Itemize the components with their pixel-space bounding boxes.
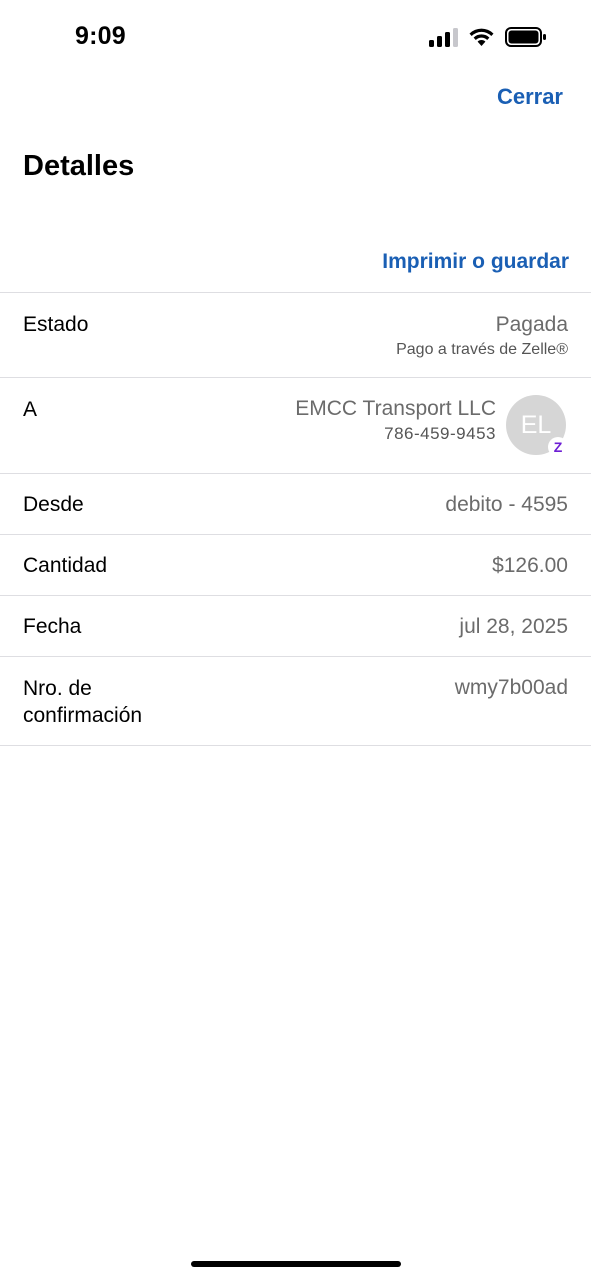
cellular-signal-icon	[429, 27, 458, 47]
status-row: Estado Pagada Pago a través de Zelle®	[0, 292, 591, 377]
zelle-badge-icon: Z	[548, 437, 568, 457]
recipient-row: A EMCC Transport LLC 786-459-9453 EL Z	[0, 377, 591, 473]
from-value: debito - 4595	[445, 493, 568, 516]
amount-row: Cantidad $126.00	[0, 534, 591, 595]
from-label: Desde	[23, 493, 84, 516]
date-label: Fecha	[23, 615, 82, 638]
status-icons	[429, 25, 547, 49]
close-button[interactable]: Cerrar	[497, 84, 563, 110]
confirmation-label: Nro. de confirmación	[23, 675, 142, 729]
payment-details-screen: 9:09 Cerrar Detalles Imprimir o guardar	[0, 0, 591, 1280]
zelle-badge-letter: Z	[553, 439, 563, 455]
print-or-save-link[interactable]: Imprimir o guardar	[382, 250, 569, 274]
confirmation-label-line1: Nro. de	[23, 677, 92, 700]
confirmation-label-line2: confirmación	[23, 704, 143, 727]
confirmation-row: Nro. de confirmación wmy7b00ad	[0, 656, 591, 746]
battery-icon	[505, 27, 546, 47]
page-title: Detalles	[23, 150, 135, 182]
status-value: Pagada	[495, 313, 568, 336]
status-bar: 9:09	[0, 0, 591, 72]
recipient-label: A	[23, 398, 38, 421]
payment-method-note: Pago a través de Zelle®	[396, 341, 568, 358]
confirmation-value: wmy7b00ad	[454, 676, 568, 699]
recipient-phone: 786-459-9453	[384, 424, 496, 443]
wifi-icon	[469, 28, 494, 46]
amount-label: Cantidad	[23, 554, 108, 577]
date-row: Fecha jul 28, 2025	[0, 595, 591, 656]
avatar: EL Z	[506, 395, 568, 457]
avatar-initials: EL	[520, 410, 552, 439]
amount-value: $126.00	[492, 554, 568, 577]
from-row: Desde debito - 4595	[0, 473, 591, 534]
details-list: Estado Pagada Pago a través de Zelle® A …	[0, 292, 591, 746]
status-label: Estado	[23, 313, 89, 336]
recipient-name: EMCC Transport LLC	[295, 397, 496, 420]
date-value: jul 28, 2025	[459, 615, 568, 638]
home-indicator[interactable]	[191, 1261, 401, 1267]
status-time: 9:09	[75, 22, 126, 50]
